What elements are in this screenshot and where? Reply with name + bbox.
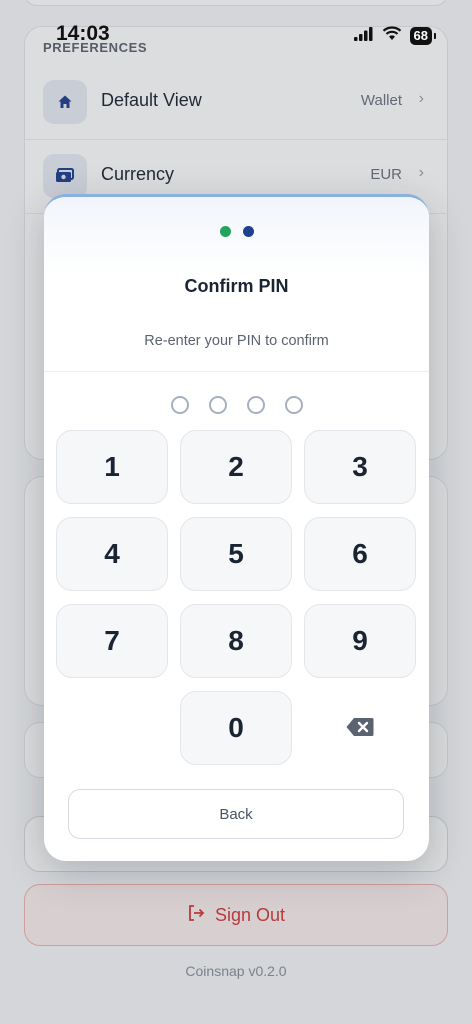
keypad: 123 456 7890 <box>56 430 416 765</box>
keypad-key-3[interactable]: 3 <box>304 430 416 504</box>
keypad-key-7[interactable]: 7 <box>56 604 168 678</box>
back-button[interactable]: Back <box>68 789 404 839</box>
keypad-key-6[interactable]: 6 <box>304 517 416 591</box>
keypad-spacer <box>56 691 168 765</box>
keypad-key-0[interactable]: 0 <box>180 691 292 765</box>
keypad-key-4[interactable]: 4 <box>56 517 168 591</box>
pin-dot <box>208 396 227 414</box>
backspace-icon <box>346 712 374 744</box>
signal-icon <box>353 26 374 46</box>
pin-dot <box>284 396 303 414</box>
pin-indicator <box>44 396 429 414</box>
pin-modal: Confirm PIN Re-enter your PIN to confirm… <box>44 194 429 861</box>
battery-indicator: 68 <box>409 27 437 45</box>
pin-dot <box>170 396 189 414</box>
status-time: 14:03 <box>56 22 110 45</box>
status-bar: 14:03 68 <box>0 0 472 60</box>
step-dot <box>219 226 231 237</box>
step-indicator <box>44 226 429 237</box>
wifi-icon <box>382 26 402 46</box>
status-icons: 68 <box>353 26 437 46</box>
pin-dot <box>246 396 265 414</box>
modal-title: Confirm PIN <box>184 276 289 296</box>
keypad-key-2[interactable]: 2 <box>180 430 292 504</box>
keypad-key-1[interactable]: 1 <box>56 430 168 504</box>
keypad-key-9[interactable]: 9 <box>304 604 416 678</box>
keypad-key-8[interactable]: 8 <box>180 604 292 678</box>
backspace-button[interactable] <box>304 691 416 765</box>
step-dot <box>242 226 254 237</box>
keypad-key-5[interactable]: 5 <box>180 517 292 591</box>
modal-subtitle: Re-enter your PIN to confirm <box>144 333 329 349</box>
modal-header: Confirm PIN Re-enter your PIN to confirm <box>44 197 429 372</box>
